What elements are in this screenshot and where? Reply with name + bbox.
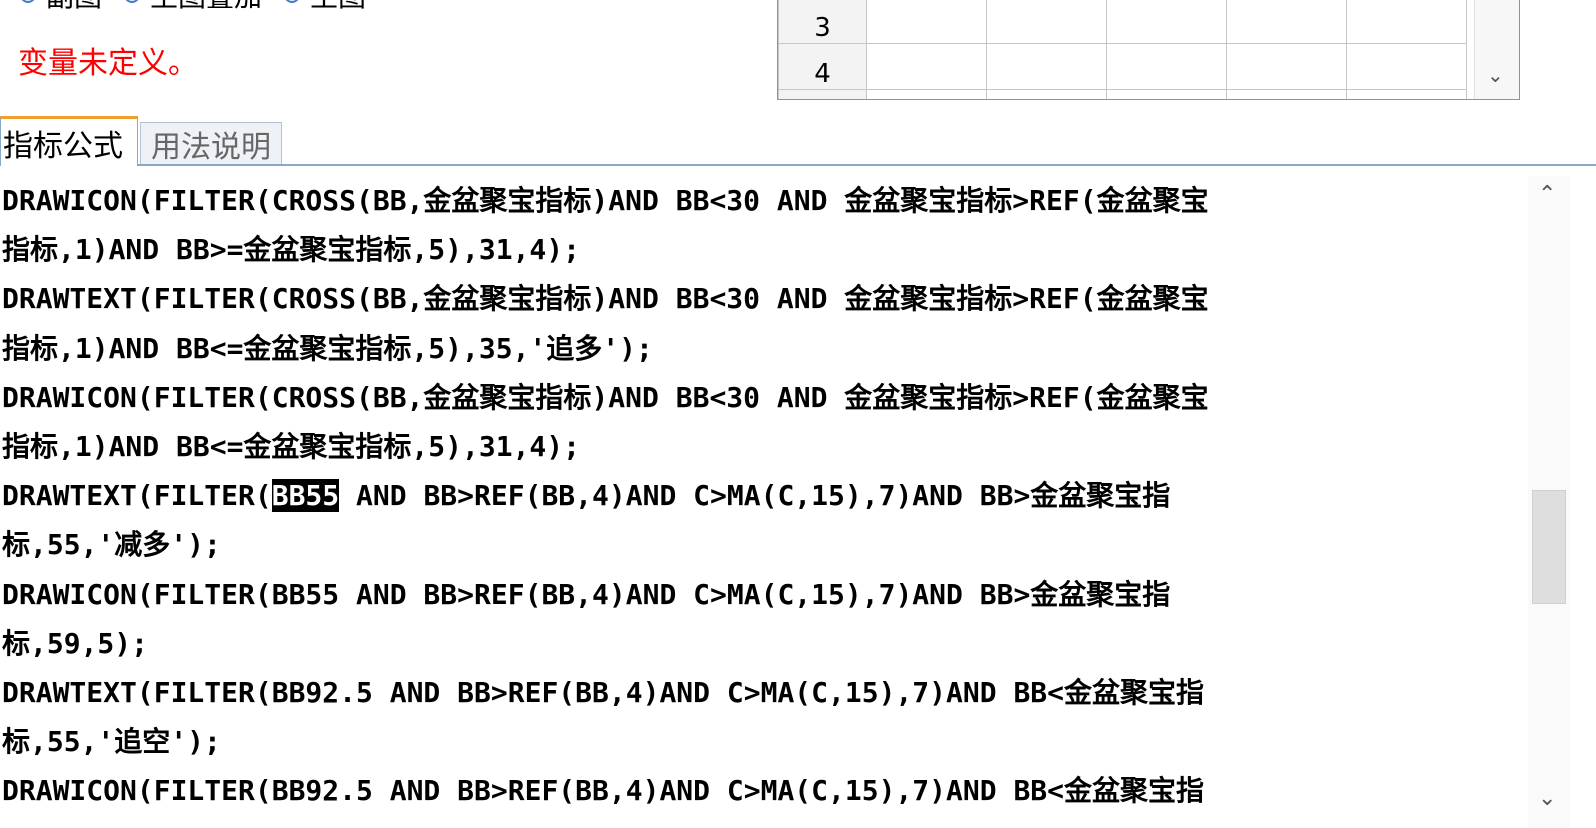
code-suffix: AND BB>REF(BB,4)AND C>MA(C,15),7)AND BB>… (339, 479, 1171, 513)
parameter-table: 3 4 5 (777, 0, 1520, 100)
table-cell[interactable] (1346, 43, 1467, 90)
table-cell[interactable] (1106, 89, 1227, 99)
table-cell[interactable] (1346, 0, 1467, 44)
code-line: DRAWICON(FILTER(CROSS(BB,金盆聚宝指标)AND BB<3… (2, 380, 1209, 414)
table-cell[interactable] (1106, 43, 1227, 90)
code-prefix: DRAWTEXT(FILTER( (2, 479, 272, 513)
code-line: DRAWTEXT(FILTER(BB92.5 AND BB>REF(BB,4)A… (2, 675, 1205, 709)
error-message: 变量未定义。 (18, 46, 198, 81)
chart-position-radio-group: 副图 主图叠加 主图 (20, 0, 388, 13)
radio-label: 副图 (46, 0, 102, 15)
code-line: 标,55,'减多'); (2, 528, 221, 562)
table-cell[interactable] (986, 89, 1107, 99)
chevron-up-icon[interactable]: ⌃ (1538, 182, 1556, 207)
code-line: 标,59,5); (2, 626, 149, 660)
table-cell[interactable] (866, 0, 987, 44)
code-line: 指标,1)AND BB<=金盆聚宝指标,5),35,'追多'); (2, 331, 653, 365)
code-line: DRAWICON(FILTER(CROSS(BB,金盆聚宝指标)AND BB<3… (2, 184, 1209, 217)
code-line: 标,55,'追空'); (2, 725, 221, 759)
table-cell[interactable] (866, 43, 987, 90)
editor-scrollbar[interactable]: ⌃ ⌄ (1528, 176, 1570, 828)
table-cell[interactable] (1226, 43, 1347, 90)
formula-editor-window: 副图 主图叠加 主图 变量未定义。 3 4 (0, 0, 1596, 828)
radio-circle-icon[interactable] (20, 0, 36, 3)
code-line-with-selection: DRAWTEXT(FILTER(BB55 AND BB>REF(BB,4)AND… (2, 471, 1528, 520)
table-cell[interactable] (1226, 0, 1347, 44)
tab-bar: 指标公式 用法说明 (0, 112, 1596, 168)
radio-circle-icon[interactable] (124, 0, 141, 3)
table-cell[interactable] (1226, 89, 1347, 99)
code-line: DRAWICON(FILTER(BB55 AND BB>REF(BB,4)AND… (2, 577, 1171, 611)
row-number: 5 (778, 89, 867, 99)
table-scrollbar[interactable]: ⌄ (1474, 0, 1519, 99)
radio-label: 主图 (310, 0, 366, 15)
row-number: 4 (778, 43, 867, 90)
table-cell[interactable] (1346, 89, 1467, 99)
table-cell[interactable] (986, 43, 1107, 90)
table-row: 5 (778, 89, 1467, 99)
radio-label: 主图叠加 (150, 0, 262, 15)
chevron-down-icon[interactable]: ⌄ (1487, 63, 1504, 87)
radio-main-chart[interactable]: 主图 (284, 0, 366, 15)
row-number: 3 (778, 0, 867, 44)
chevron-down-icon[interactable]: ⌄ (1538, 786, 1556, 811)
formula-code-editor[interactable]: DRAWICON(FILTER(CROSS(BB,金盆聚宝指标)AND BB<3… (0, 176, 1528, 828)
tab-usage[interactable]: 用法说明 (140, 122, 282, 165)
parameter-grid: 3 4 5 (778, 0, 1467, 99)
selected-text[interactable]: BB55 (271, 479, 340, 513)
radio-sub-chart[interactable]: 副图 (20, 0, 102, 15)
table-row: 3 (778, 0, 1467, 44)
code-line: DRAWICON(FILTER(BB92.5 AND BB>REF(BB,4)A… (2, 774, 1205, 808)
table-cell[interactable] (866, 89, 987, 99)
code-line: 指标,1)AND BB<=金盆聚宝指标,5),31,4); (2, 429, 581, 463)
code-line: 指标,1)AND BB>=金盆聚宝指标,5),31,4); (2, 233, 581, 267)
table-row: 4 (778, 43, 1467, 90)
tab-formula[interactable]: 指标公式 (0, 116, 138, 166)
code-line: DRAWTEXT(FILTER(CROSS(BB,金盆聚宝指标)AND BB<3… (2, 282, 1209, 316)
table-cell[interactable] (1106, 0, 1227, 44)
radio-main-overlay[interactable]: 主图叠加 (124, 0, 262, 15)
radio-circle-icon[interactable] (284, 0, 301, 3)
scrollbar-thumb[interactable] (1532, 490, 1566, 604)
table-cell[interactable] (986, 0, 1107, 44)
